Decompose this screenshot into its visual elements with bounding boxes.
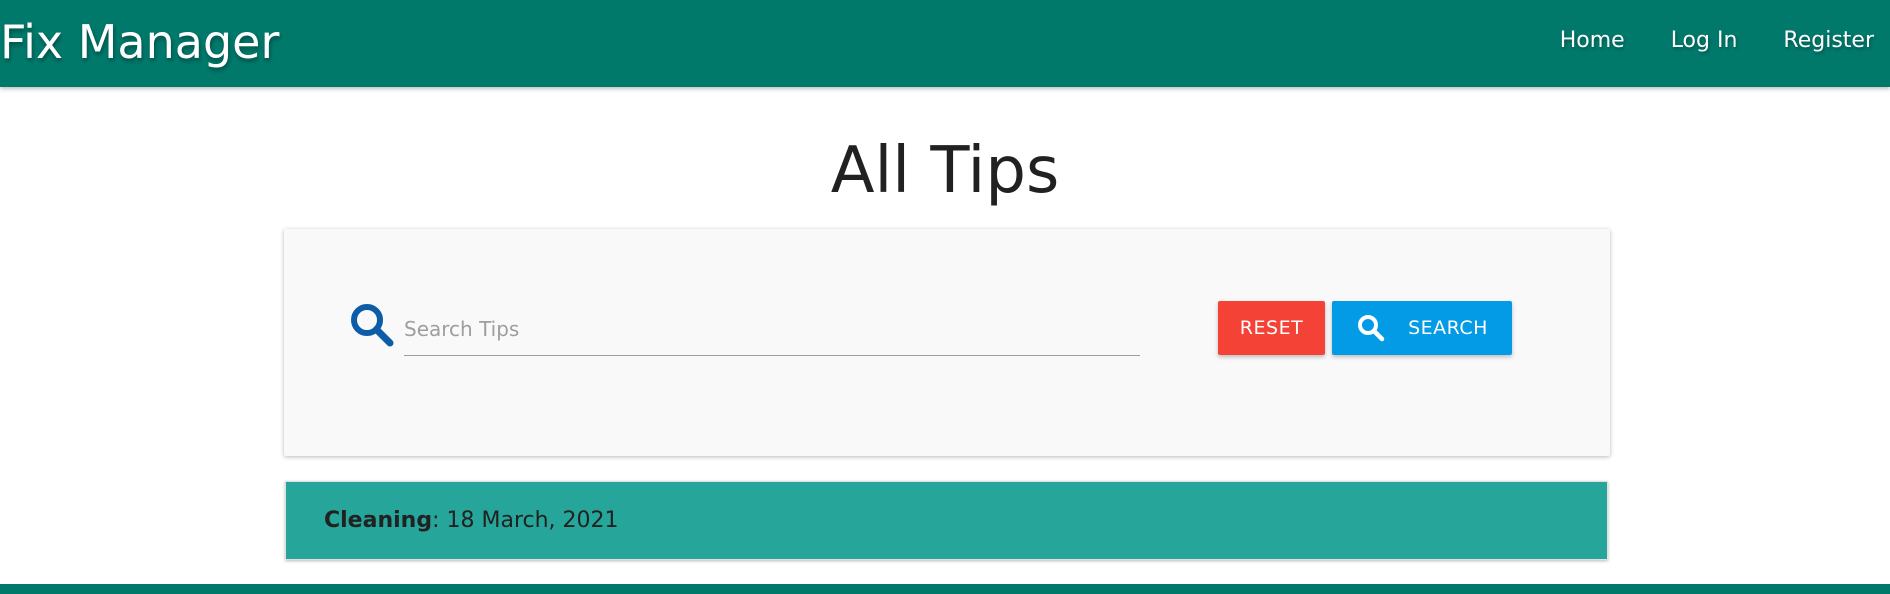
page-title: All Tips — [830, 134, 1060, 208]
nav-links: Home Log In Register — [1514, 0, 1874, 80]
nav-login-link[interactable]: Log In — [1671, 28, 1738, 53]
tip-category: Cleaning — [324, 508, 433, 533]
tip-date: 18 March, 2021 — [439, 508, 619, 533]
nav-home-link[interactable]: Home — [1560, 28, 1625, 53]
nav-register-link[interactable]: Register — [1783, 28, 1874, 53]
tip-separator: : — [432, 508, 440, 533]
tip-list-item[interactable]: Cleaning: 18 March, 2021 — [285, 481, 1608, 560]
reset-button-label: RESET — [1239, 317, 1304, 339]
search-input[interactable] — [404, 303, 1140, 356]
search-icon — [348, 301, 396, 349]
footer-bar — [0, 584, 1890, 594]
search-icon — [1356, 313, 1386, 343]
reset-button[interactable]: RESET — [1218, 301, 1325, 355]
search-button-label: SEARCH — [1408, 317, 1488, 339]
search-button[interactable]: SEARCH — [1332, 301, 1512, 355]
tip-text: Cleaning: 18 March, 2021 — [324, 482, 619, 559]
search-card: RESET SEARCH — [284, 229, 1610, 456]
brand-logo[interactable]: Fix Manager — [0, 0, 279, 84]
navbar: Fix Manager Home Log In Register — [0, 0, 1890, 87]
